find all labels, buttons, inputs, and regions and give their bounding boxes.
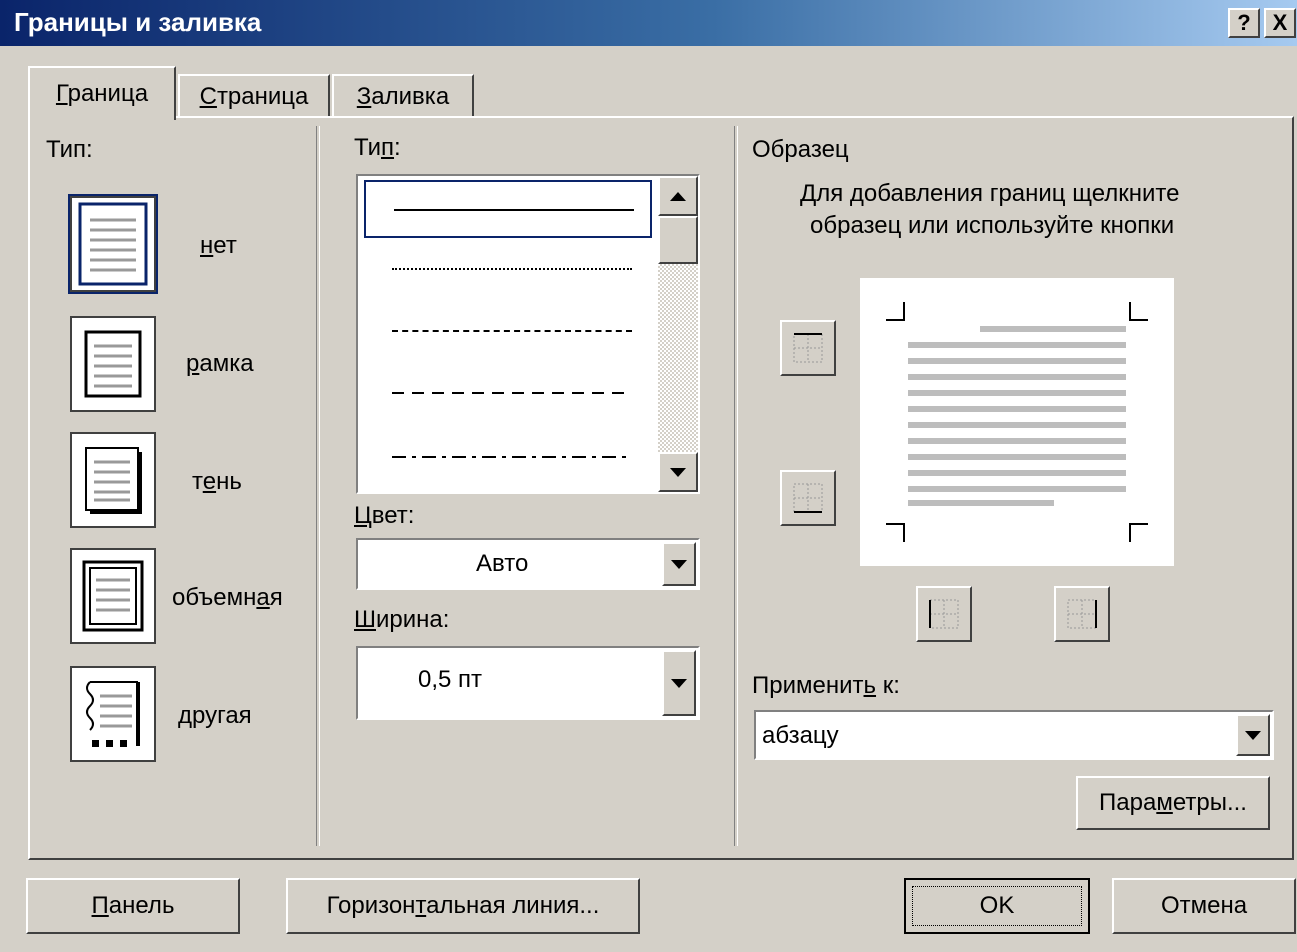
color-label: Цвет:	[354, 502, 415, 529]
chevron-down-icon	[671, 559, 687, 569]
tab-page-label: Страница	[199, 83, 309, 110]
toolbar-button[interactable]: Панель	[26, 878, 240, 934]
preview-text-line	[908, 470, 1126, 476]
setting-none-label: нет	[200, 232, 237, 259]
right-border-button[interactable]	[1054, 586, 1110, 642]
setting-none-button[interactable]	[68, 194, 158, 294]
border-none-icon	[78, 202, 148, 286]
preview-text-line	[908, 374, 1126, 380]
chevron-down-icon	[670, 467, 686, 477]
left-border-button[interactable]	[916, 586, 972, 642]
preview-area[interactable]	[860, 278, 1174, 566]
width-combobox[interactable]: 0,5 пт	[356, 646, 700, 720]
preview-text-line	[908, 454, 1126, 460]
options-button[interactable]: Параметры...	[1076, 776, 1270, 830]
top-border-icon	[793, 333, 823, 363]
help-button[interactable]: ?	[1228, 8, 1260, 38]
preview-text-line	[908, 438, 1126, 444]
preview-text-line	[908, 422, 1126, 428]
border-3d-icon	[82, 560, 144, 632]
bottom-border-icon	[793, 483, 823, 513]
chevron-up-icon	[670, 191, 686, 201]
color-combobox[interactable]: Авто	[356, 538, 700, 590]
line-style-solid	[394, 209, 634, 211]
setting-3d-button[interactable]	[70, 548, 156, 644]
apply-to-dropdown-button[interactable]	[1236, 714, 1270, 756]
preview-text-line	[908, 390, 1126, 396]
column-separator	[316, 126, 320, 846]
preview-text-line	[908, 500, 1054, 506]
window-title: Границы и заливка	[14, 7, 262, 37]
border-box-icon	[84, 330, 142, 398]
tab-border-label: Граница	[55, 80, 149, 107]
setting-box-button[interactable]	[70, 316, 156, 412]
preview-text-line	[908, 342, 1126, 348]
setting-shadow-button[interactable]	[70, 432, 156, 528]
options-button-label: Параметры...	[1099, 789, 1247, 816]
line-style-dotted[interactable]	[392, 268, 632, 270]
scroll-thumb[interactable]	[658, 216, 698, 264]
line-style-dash[interactable]	[392, 392, 632, 394]
setting-box-label: рамка	[186, 350, 254, 377]
line-style-list[interactable]	[356, 174, 700, 494]
setting-3d-label: объемная	[172, 584, 283, 611]
setting-shadow-label: тень	[192, 468, 242, 495]
apply-to-label: Применить к:	[752, 672, 900, 699]
width-value: 0,5 пт	[418, 666, 483, 693]
tab-shading-label: Заливка	[356, 83, 450, 110]
width-label: Ширина:	[354, 606, 450, 633]
title-bar[interactable]: Границы и заливка ? X	[0, 0, 1297, 46]
tab-shading[interactable]: Заливка	[332, 74, 474, 118]
tab-border[interactable]: Граница	[28, 66, 176, 120]
preview-label: Образец	[752, 136, 849, 163]
border-shadow-icon	[85, 447, 142, 514]
horizontal-line-button-label: Горизонтальная линия...	[326, 892, 600, 919]
scroll-down-button[interactable]	[658, 452, 698, 492]
line-style-small-dash[interactable]	[392, 330, 632, 332]
preview-text-line	[908, 358, 1126, 364]
chevron-down-icon	[671, 678, 687, 688]
ok-button[interactable]: OK	[904, 878, 1090, 934]
toolbar-button-label: Панель	[91, 892, 175, 919]
cancel-button[interactable]: Отмена	[1112, 878, 1296, 934]
scroll-up-button[interactable]	[658, 176, 698, 216]
setting-label: Тип:	[46, 136, 93, 163]
line-style-dash-dot[interactable]	[392, 456, 632, 458]
line-style-item-selected[interactable]	[364, 180, 652, 238]
cancel-button-label: Отмена	[1160, 892, 1248, 919]
color-value: Авто	[476, 550, 529, 577]
apply-to-value: абзацу	[762, 722, 839, 749]
preview-text-line	[980, 326, 1126, 332]
preview-text-line	[908, 406, 1126, 412]
preview-hint-line1: Для добавления границ щелкните	[800, 180, 1180, 207]
apply-to-combobox[interactable]: абзацу	[754, 710, 1274, 760]
setting-custom-label: другая	[178, 702, 252, 729]
top-border-button[interactable]	[780, 320, 836, 376]
preview-hint-line2: образец или используйте кнопки	[810, 212, 1175, 239]
bottom-border-button[interactable]	[780, 470, 836, 526]
preview-text-line	[908, 486, 1126, 492]
setting-custom-button[interactable]	[70, 666, 156, 762]
column-separator	[734, 126, 738, 846]
horizontal-line-button[interactable]: Горизонтальная линия...	[286, 878, 640, 934]
line-style-scrollbar[interactable]	[658, 176, 698, 492]
style-label: Тип:	[354, 134, 401, 161]
focus-rect	[912, 886, 1082, 926]
left-border-icon	[929, 599, 959, 629]
border-custom-icon	[86, 681, 140, 747]
chevron-down-icon	[1245, 730, 1261, 740]
tab-page[interactable]: Страница	[178, 74, 330, 118]
right-border-icon	[1067, 599, 1097, 629]
width-dropdown-button[interactable]	[662, 650, 696, 716]
close-button[interactable]: X	[1264, 8, 1296, 38]
color-dropdown-button[interactable]	[662, 542, 696, 586]
